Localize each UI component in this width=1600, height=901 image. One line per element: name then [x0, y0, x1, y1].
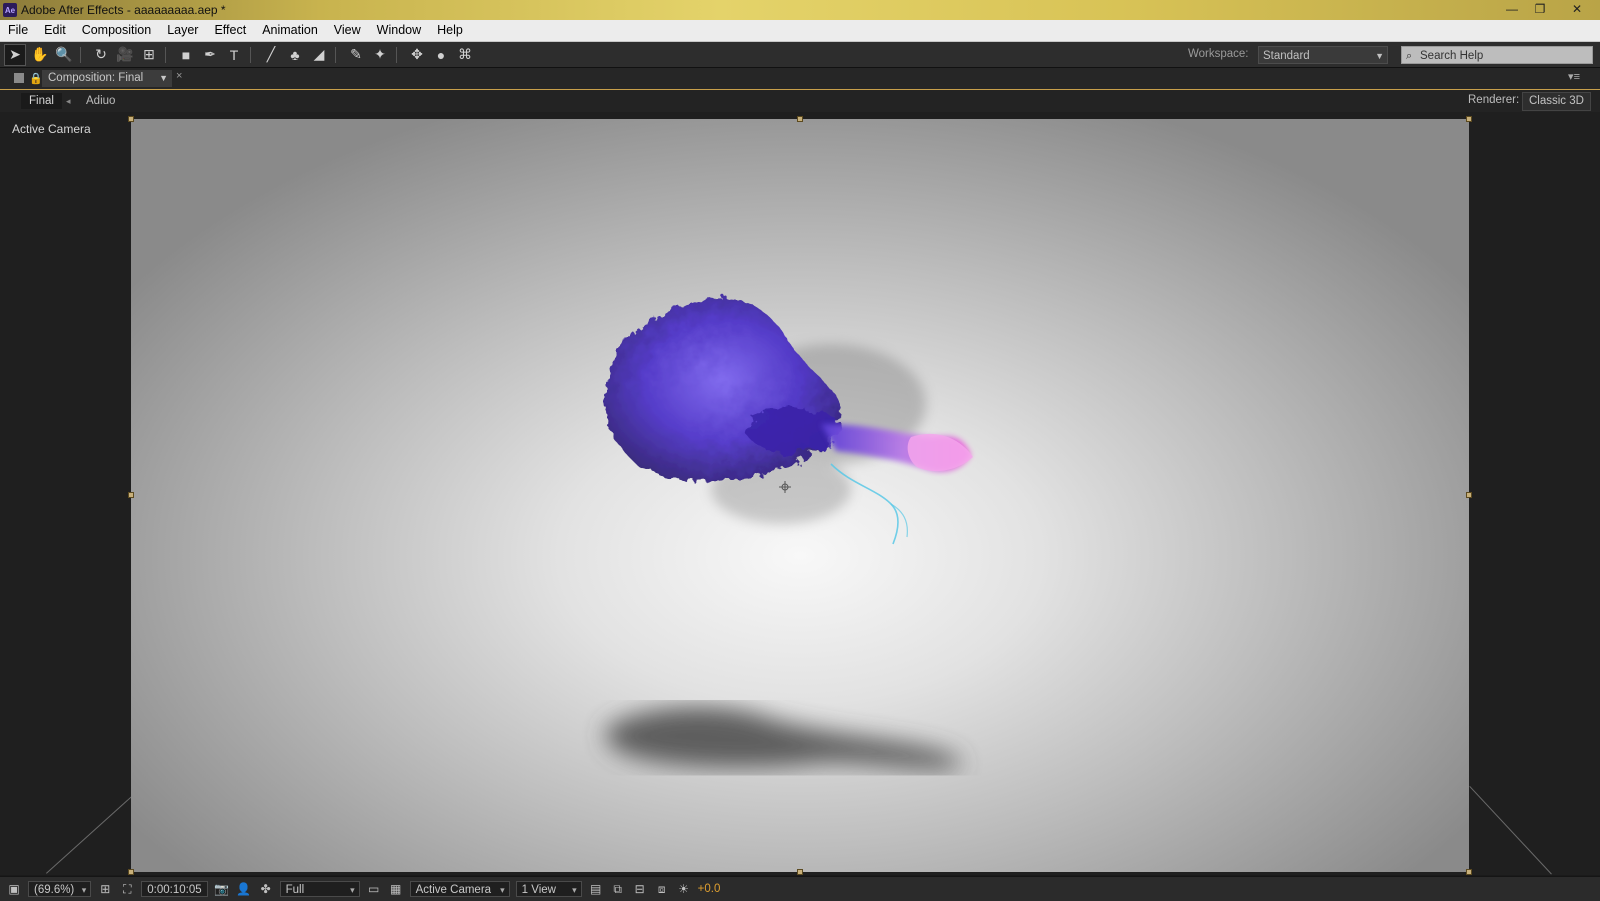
toolbar-divider — [335, 46, 336, 63]
menu-composition[interactable]: Composition — [74, 20, 159, 41]
transform-handle[interactable] — [1466, 869, 1472, 875]
zoom-tool-icon[interactable]: 🔍 — [54, 45, 74, 65]
menu-effect[interactable]: Effect — [206, 20, 254, 41]
tab-composition-final[interactable]: Composition: Final ▼ — [42, 70, 172, 87]
flowchart-icon[interactable]: ⧈ — [654, 881, 670, 897]
transform-handle[interactable] — [797, 116, 803, 122]
transform-handle[interactable] — [128, 869, 134, 875]
transform-handle[interactable] — [1466, 116, 1472, 122]
toolbar-divider — [396, 46, 397, 63]
transform-handle[interactable] — [128, 492, 134, 498]
magnification-dropdown[interactable]: (69.6%) — [28, 881, 92, 898]
resolution-dropdown[interactable]: Full — [279, 881, 360, 898]
sphere-icon[interactable]: ● — [431, 45, 451, 65]
show-snapshot-icon[interactable]: 👤 — [236, 881, 252, 897]
pan-behind-tool-icon[interactable]: ⊞ — [139, 45, 159, 65]
type-tool-icon[interactable]: T — [224, 45, 244, 65]
cyan-tendril — [890, 503, 908, 538]
axis-mode-icon[interactable]: ✥ — [407, 45, 427, 65]
renderer-button[interactable]: Classic 3D — [1522, 92, 1591, 111]
panel-tab-strip: Composition: Final ▼ — [0, 68, 1600, 90]
toolbar-divider — [80, 46, 81, 63]
workspace-label: Workspace: — [1188, 48, 1249, 60]
pen-tool-icon[interactable]: ✒ — [200, 45, 220, 65]
hand-tool-icon[interactable]: ✋ — [30, 45, 50, 65]
brush-tool-icon[interactable]: ╱ — [261, 45, 281, 65]
search-placeholder: Search Help — [1420, 50, 1484, 62]
maximize-button[interactable]: ❐ — [1526, 0, 1554, 18]
toolbar-divider — [165, 46, 166, 63]
3d-view-dropdown[interactable]: Active Camera — [409, 881, 510, 898]
menu-animation[interactable]: Animation — [254, 20, 326, 41]
panel-swatch-icon — [14, 73, 24, 83]
chevron-left-icon: ◂ — [66, 96, 71, 106]
smoke-render — [604, 298, 973, 770]
toggle-pixel-aspect-icon[interactable]: ▤ — [588, 881, 604, 897]
region-of-interest-icon[interactable]: ▭ — [366, 881, 382, 897]
roto-brush-tool-icon[interactable]: ✎ — [346, 45, 366, 65]
chevron-down-icon[interactable]: ▼ — [159, 70, 168, 87]
smoke-body — [604, 298, 841, 481]
workspace-dropdown[interactable]: Standard ▼ — [1258, 46, 1388, 64]
after-effects-logo-icon: Ae — [3, 3, 17, 17]
smoke-tail-tip — [907, 433, 973, 472]
search-help-input[interactable]: ⌕ Search Help — [1401, 46, 1593, 64]
workspace-value: Standard — [1263, 50, 1310, 62]
tab-close-button[interactable]: × — [176, 70, 182, 82]
breadcrumb-adiuo[interactable]: Adiuo — [86, 93, 115, 109]
window-controls: — ❐ ✕ — [1498, 0, 1600, 20]
exposure-value[interactable]: +0.0 — [698, 883, 721, 895]
viewer-controls-bar: ▣ (69.6%) ⊞ ⛶ 0:00:10:05 📷 👤 ✤ Full ▭ ▦ … — [0, 876, 1600, 901]
breadcrumb-final[interactable]: Final — [21, 93, 62, 109]
rectangle-tool-icon[interactable]: ■ — [176, 45, 196, 65]
fast-previews-icon[interactable]: ⧉ — [610, 881, 626, 897]
eraser-tool-icon[interactable]: ◢ — [309, 45, 329, 65]
reset-exposure-icon[interactable]: ☀ — [676, 881, 692, 897]
renderer-label: Renderer: — [1468, 94, 1520, 106]
lock-icon[interactable]: 🔒 — [29, 72, 43, 85]
selection-tool-icon[interactable]: ➤ — [4, 43, 26, 66]
world-axis-icon[interactable]: ⌘ — [455, 45, 475, 65]
panel-menu-icon[interactable]: ▾≡ — [1568, 70, 1580, 83]
transform-handle[interactable] — [1466, 492, 1472, 498]
title-bar: Ae Adobe After Effects - aaaaaaaaa.aep *… — [0, 0, 1600, 20]
title-action-safe-icon[interactable]: ⊞ — [97, 881, 113, 897]
camera-tool-icon[interactable]: 🎥 — [115, 45, 135, 65]
color-channels-icon[interactable]: ✤ — [258, 881, 274, 897]
menu-file[interactable]: File — [0, 20, 36, 41]
menu-bar: File Edit Composition Layer Effect Anima… — [0, 20, 1600, 42]
view-layout-dropdown[interactable]: 1 View — [515, 881, 582, 898]
transform-handle[interactable] — [128, 116, 134, 122]
minimize-button[interactable]: — — [1498, 0, 1526, 18]
close-button[interactable]: ✕ — [1554, 0, 1600, 18]
timeline-icon[interactable]: ⊟ — [632, 881, 648, 897]
menu-help[interactable]: Help — [429, 20, 471, 41]
transparency-grid-icon[interactable]: ▦ — [388, 881, 404, 897]
toolbar-divider — [250, 46, 251, 63]
always-preview-icon[interactable]: ▣ — [6, 881, 22, 897]
menu-edit[interactable]: Edit — [36, 20, 74, 41]
toggle-mask-icon[interactable]: ⛶ — [119, 881, 135, 897]
window-title: Adobe After Effects - aaaaaaaaa.aep * — [21, 3, 226, 17]
puppet-pin-tool-icon[interactable]: ✦ — [370, 45, 390, 65]
composition-canvas[interactable] — [131, 119, 1469, 872]
search-icon: ⌕ — [1406, 50, 1413, 62]
rotate-tool-icon[interactable]: ↻ — [91, 45, 111, 65]
menu-view[interactable]: View — [326, 20, 369, 41]
clone-stamp-tool-icon[interactable]: ♣ — [285, 45, 305, 65]
smoke-shadow — [605, 706, 962, 770]
current-time-display[interactable]: 0:00:10:05 — [141, 881, 208, 897]
composition-navigator: Final ◂ Adiuo Renderer: Classic 3D — [0, 90, 1600, 112]
menu-layer[interactable]: Layer — [159, 20, 206, 41]
transform-handle[interactable] — [797, 869, 803, 875]
menu-window[interactable]: Window — [369, 20, 429, 41]
view-label: Active Camera — [12, 122, 91, 136]
tab-title: Composition: Final — [48, 72, 144, 84]
snapshot-camera-icon[interactable]: 📷 — [214, 881, 230, 897]
chevron-down-icon: ▼ — [1375, 51, 1384, 61]
